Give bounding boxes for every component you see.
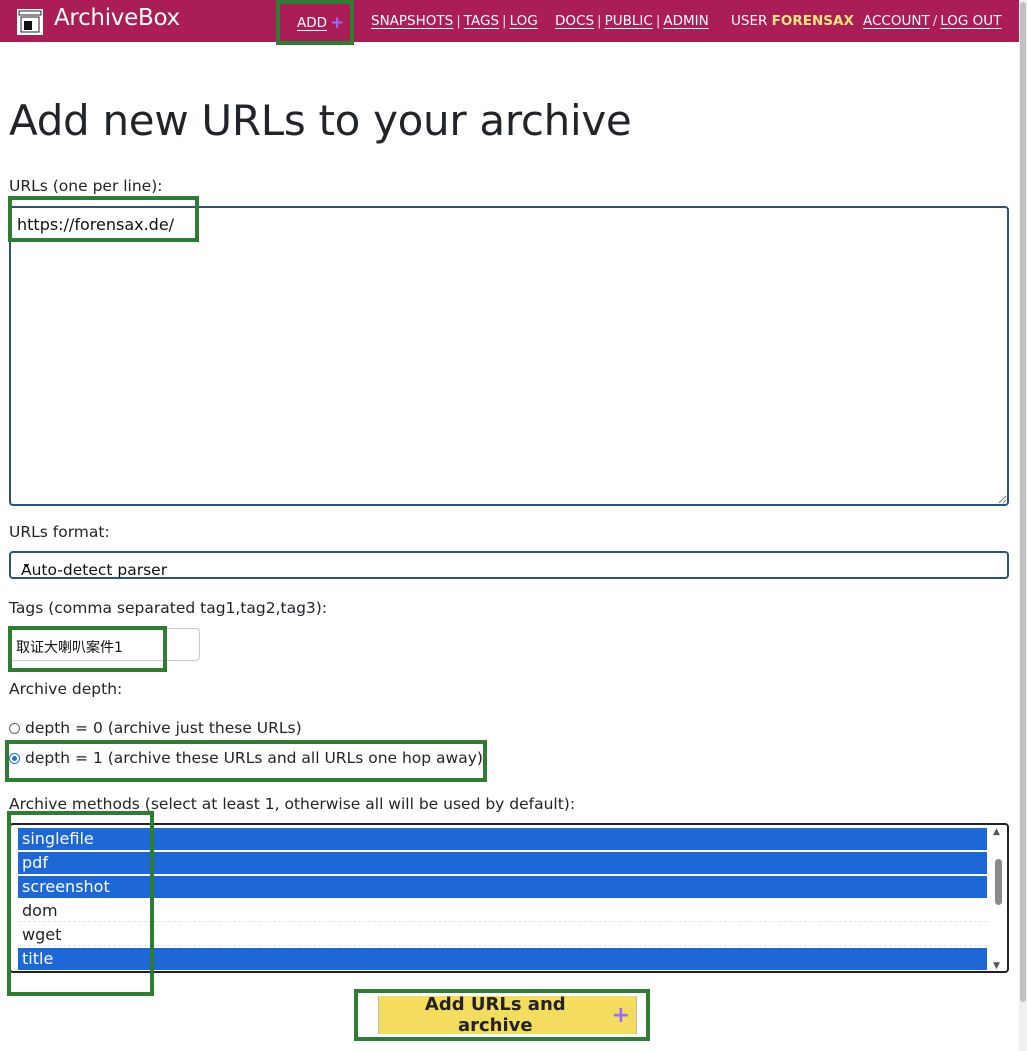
nav-add[interactable]: ADD + xyxy=(297,13,344,33)
username: FORENSAX xyxy=(771,13,854,29)
archivebox-logo-icon[interactable] xyxy=(16,8,44,36)
method-option-title[interactable]: title xyxy=(18,948,987,970)
add-urls-submit-button[interactable]: Add URLs and archive + xyxy=(378,994,637,1036)
nav-add-link[interactable]: ADD xyxy=(297,15,327,31)
nav-separator: | xyxy=(502,13,507,29)
submit-label: Add URLs and archive xyxy=(424,994,566,1036)
nav-group-main: SNAPSHOTS | TAGS | LOG xyxy=(371,13,538,29)
method-option-dom[interactable]: dom xyxy=(18,900,987,922)
depth-label: Archive depth: xyxy=(9,680,123,698)
method-option-singlefile[interactable]: singlefile xyxy=(18,828,987,850)
method-option-wget[interactable]: wget xyxy=(18,924,987,946)
methods-scrollbar-thumb[interactable] xyxy=(995,859,1002,905)
current-user: USER FORENSAX xyxy=(731,13,854,29)
nav-docs-link[interactable]: DOCS xyxy=(555,13,594,29)
page-scrollbar[interactable] xyxy=(1019,0,1027,1051)
page-scrollbar-thumb[interactable] xyxy=(1020,2,1026,1002)
brand-name[interactable]: ArchiveBox xyxy=(54,5,180,31)
user-label: USER xyxy=(731,13,768,29)
archive-methods-listbox[interactable]: singlefile pdf screenshot dom wget title… xyxy=(9,823,1009,973)
nav-group-account: ACCOUNT / LOG OUT xyxy=(863,13,1001,29)
depth-1-option[interactable]: depth = 1 (archive these URLs and all UR… xyxy=(9,749,483,767)
methods-label: Archive methods (select at least 1, othe… xyxy=(9,795,576,813)
methods-scrollbar[interactable]: ▲ ▼ xyxy=(990,827,1006,971)
plus-icon: + xyxy=(611,1002,630,1028)
nav-separator: | xyxy=(597,13,602,29)
urls-textarea[interactable]: https://forensax.de/ xyxy=(9,206,1009,506)
depth-1-label: depth = 1 (archive these URLs and all UR… xyxy=(25,749,483,767)
nav-group-docs: DOCS | PUBLIC | ADMIN xyxy=(555,13,709,29)
nav-public-link[interactable]: PUBLIC xyxy=(605,13,653,29)
scroll-up-icon[interactable]: ▲ xyxy=(993,827,1000,837)
nav-admin-link[interactable]: ADMIN xyxy=(663,13,708,29)
chevron-down-icon: ⌄ xyxy=(21,556,32,571)
nav-snapshots-link[interactable]: SNAPSHOTS xyxy=(371,13,453,29)
tags-input[interactable]: 取证大喇叭案件1 xyxy=(9,628,200,661)
nav-tags-link[interactable]: TAGS xyxy=(464,13,499,29)
page-title: Add new URLs to your archive xyxy=(9,96,632,145)
tags-input-value: 取证大喇叭案件1 xyxy=(16,640,123,656)
nav-separator: | xyxy=(456,13,461,29)
scroll-down-icon[interactable]: ▼ xyxy=(993,961,1000,971)
nav-separator: / xyxy=(932,13,938,29)
depth-0-radio[interactable] xyxy=(9,722,20,734)
nav-account-link[interactable]: ACCOUNT xyxy=(863,13,930,29)
format-label: URLs format: xyxy=(9,523,110,541)
urls-label: URLs (one per line): xyxy=(9,177,163,195)
nav-logout-link[interactable]: LOG OUT xyxy=(940,13,1001,29)
tags-label: Tags (comma separated tag1,tag2,tag3): xyxy=(9,599,328,617)
nav-separator: | xyxy=(655,13,661,29)
urls-format-select[interactable]: Auto-detect parser ⌄ xyxy=(9,551,1009,579)
top-header: ArchiveBox ADD + SNAPSHOTS | TAGS | LOG DOCS |… xyxy=(0,0,1019,42)
depth-1-radio[interactable] xyxy=(9,752,20,764)
nav-log-link[interactable]: LOG xyxy=(510,13,538,29)
depth-0-label: depth = 0 (archive just these URLs) xyxy=(25,719,302,737)
depth-0-option[interactable]: depth = 0 (archive just these URLs) xyxy=(9,719,302,737)
method-option-screenshot[interactable]: screenshot xyxy=(18,876,987,898)
method-option-pdf[interactable]: pdf xyxy=(18,852,987,874)
plus-icon: + xyxy=(330,13,345,33)
